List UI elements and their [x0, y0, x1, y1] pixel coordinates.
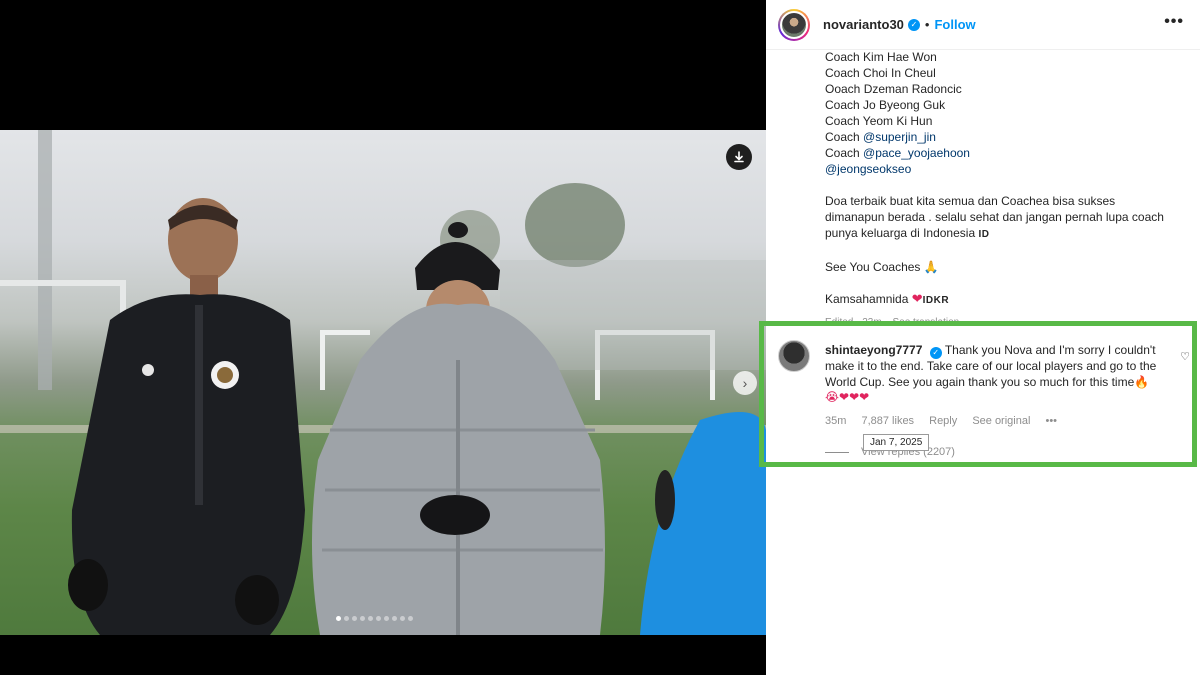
like-comment-icon[interactable]: ♡	[1180, 350, 1190, 363]
caption-coach-mention-line: Coach @superjin_jin	[825, 129, 1185, 145]
comment-time[interactable]: 35m	[825, 415, 846, 427]
download-button[interactable]	[726, 144, 752, 170]
mention-link[interactable]: @pace_yoojaehoon	[863, 146, 970, 160]
verified-badge-icon: ✓	[929, 347, 942, 359]
caption-paragraph-line: dimanapun berada . selalu sehat dan jang…	[825, 210, 1164, 224]
caption-mention-line: @jeongseokseo	[825, 161, 1185, 177]
more-options-icon[interactable]: •••	[1164, 13, 1184, 31]
carousel-dot	[344, 616, 349, 621]
thanks-text: Kamsahamnida	[825, 292, 909, 306]
caption-paragraph-line: punya keluarga di Indonesia ID	[825, 225, 1185, 243]
see-original-button[interactable]: See original	[972, 415, 1030, 427]
carousel-dot	[392, 616, 397, 621]
heart-icon: ❤	[911, 291, 923, 306]
carousel-dot	[384, 616, 389, 621]
fire-emoji: 🔥	[1134, 374, 1150, 389]
carousel-dot	[352, 616, 357, 621]
pray-emoji: 🙏	[923, 260, 939, 274]
carousel-dot	[376, 616, 381, 621]
next-slide-button[interactable]: ›	[733, 371, 757, 395]
see-you-text: See You Coaches	[825, 260, 921, 274]
caption-coach-line: Coach Kim Hae Won	[825, 50, 937, 64]
carousel-dot	[360, 616, 365, 621]
see-translation-link[interactable]: See translation	[892, 317, 959, 328]
comment-likes[interactable]: 7,887 likes	[861, 415, 914, 427]
replies-divider	[825, 451, 849, 453]
comment-body: shintaeyong7777 ✓ Thank you Nova and I'm…	[825, 343, 1180, 406]
post-header: novarianto30 ✓ • Follow •••	[766, 0, 1200, 50]
carousel-dot	[408, 616, 413, 621]
comment-emojis: 😭❤❤❤	[825, 390, 870, 404]
caption-coach-line: Coach Yeom Ki Hun	[825, 114, 933, 128]
download-icon	[734, 151, 744, 163]
coach-word: Coach	[825, 130, 860, 144]
caption-coach-mention-line: Coach @pace_yoojaehoon	[825, 145, 1185, 161]
caption-meta: Edited · 23m See translation	[825, 315, 1185, 331]
comment-more-icon[interactable]: •••	[1045, 415, 1057, 427]
carousel-dot	[336, 616, 341, 621]
verified-badge-icon: ✓	[907, 18, 920, 31]
coach-word: Coach	[825, 146, 860, 160]
flag-id-emoji: ID	[978, 229, 990, 240]
flag-kr-emoji: IDKR	[922, 295, 950, 306]
edited-timestamp: Edited · 23m	[825, 317, 882, 328]
timestamp-tooltip: Jan 7, 2025	[863, 434, 930, 451]
caption-paragraph-line: Doa terbaik buat kita semua dan Coachea …	[825, 194, 1116, 208]
carousel-dot	[400, 616, 405, 621]
commenter-avatar[interactable]	[778, 340, 810, 372]
media-viewer: ›	[0, 0, 766, 675]
comment-meta: 35m 7,887 likes Reply See original •••	[825, 415, 1069, 427]
header-separator: •	[924, 17, 930, 32]
post-photo	[0, 130, 766, 635]
carousel-indicator	[336, 616, 413, 621]
chevron-right-icon: ›	[742, 375, 748, 391]
post-caption: Coach Kim Hae Won Coach Choi In Cheul Oo…	[825, 49, 1185, 331]
photo-scene	[0, 130, 766, 635]
caption-paragraph-text: punya keluarga di Indonesia	[825, 226, 976, 240]
caption-coach-line: Ooach Dzeman Radoncic	[825, 82, 962, 96]
caption-see-you-line: See You Coaches 🙏	[825, 259, 1185, 275]
mention-link[interactable]: @superjin_jin	[863, 130, 936, 144]
caption-coach-line: Coach Choi In Cheul	[825, 66, 936, 80]
reply-button[interactable]: Reply	[929, 415, 957, 427]
author-avatar[interactable]	[778, 8, 810, 41]
follow-button[interactable]: Follow	[934, 17, 975, 32]
mention-link[interactable]: @jeongseokseo	[825, 162, 911, 176]
caption-coach-line: Coach Jo Byeong Guk	[825, 98, 946, 112]
caption-thanks-line: Kamsahamnida ❤IDKR	[825, 291, 1185, 309]
post-panel: novarianto30 ✓ • Follow ••• Coach Kim Ha…	[766, 0, 1200, 675]
carousel-dot	[368, 616, 373, 621]
commenter-username[interactable]: shintaeyong7777	[825, 343, 922, 357]
author-username[interactable]: novarianto30	[823, 17, 904, 32]
